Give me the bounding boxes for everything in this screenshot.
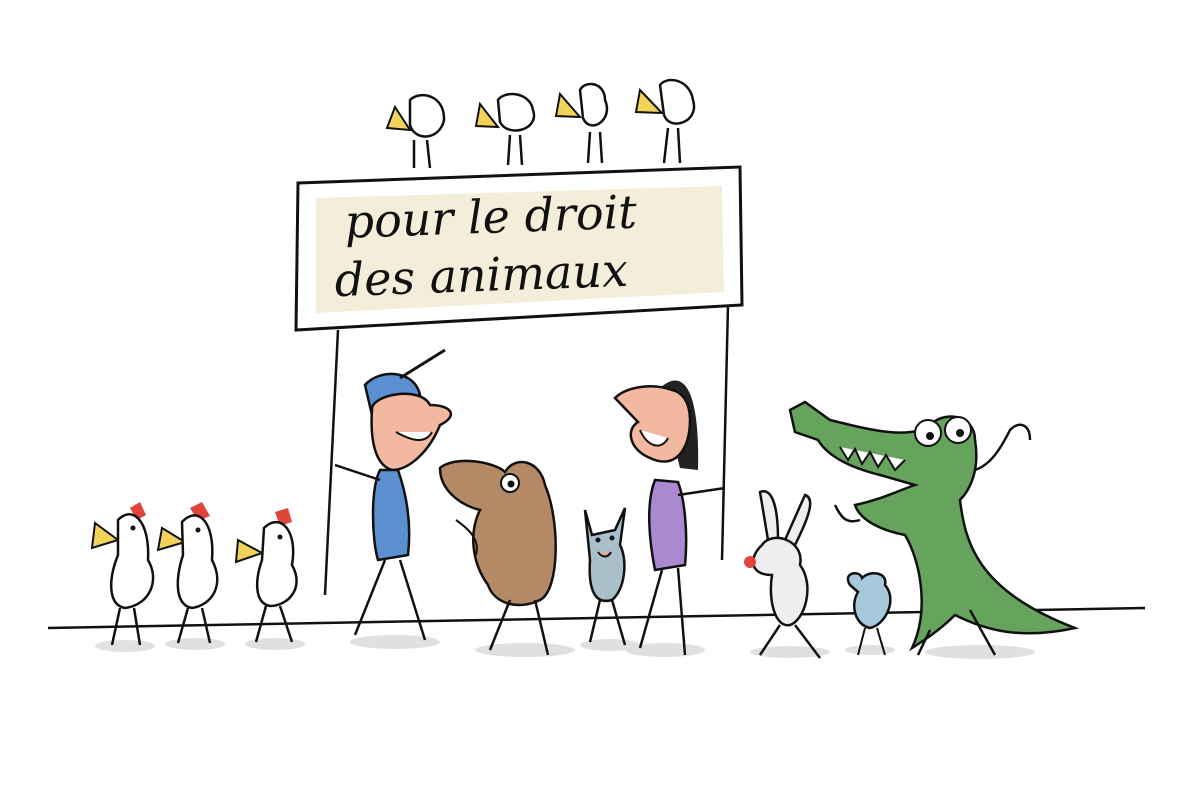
chicken-2 xyxy=(156,502,219,644)
bird-4 xyxy=(634,78,696,164)
bird-2 xyxy=(474,92,536,166)
banner-pole-right xyxy=(720,304,730,561)
chicken-1 xyxy=(90,502,155,646)
crocodile xyxy=(788,400,1080,656)
bird-3 xyxy=(554,82,609,164)
ground-shadows xyxy=(95,635,1035,659)
birds-on-banner xyxy=(385,78,696,169)
illustration: pour le droit des animaux xyxy=(47,78,1146,659)
protest-banner: pour le droit des animaux xyxy=(294,165,744,332)
man-with-cap xyxy=(334,348,453,641)
bird-1 xyxy=(385,93,446,169)
banner-line-2: des animaux xyxy=(334,243,629,307)
banner-pole-left xyxy=(323,329,340,596)
rabbit xyxy=(744,490,821,659)
woman xyxy=(613,380,726,656)
mouse xyxy=(846,572,892,656)
chicken-3 xyxy=(234,508,298,643)
cat xyxy=(583,507,627,646)
dog xyxy=(438,459,557,656)
banner-line-1: pour le droit xyxy=(344,185,638,249)
